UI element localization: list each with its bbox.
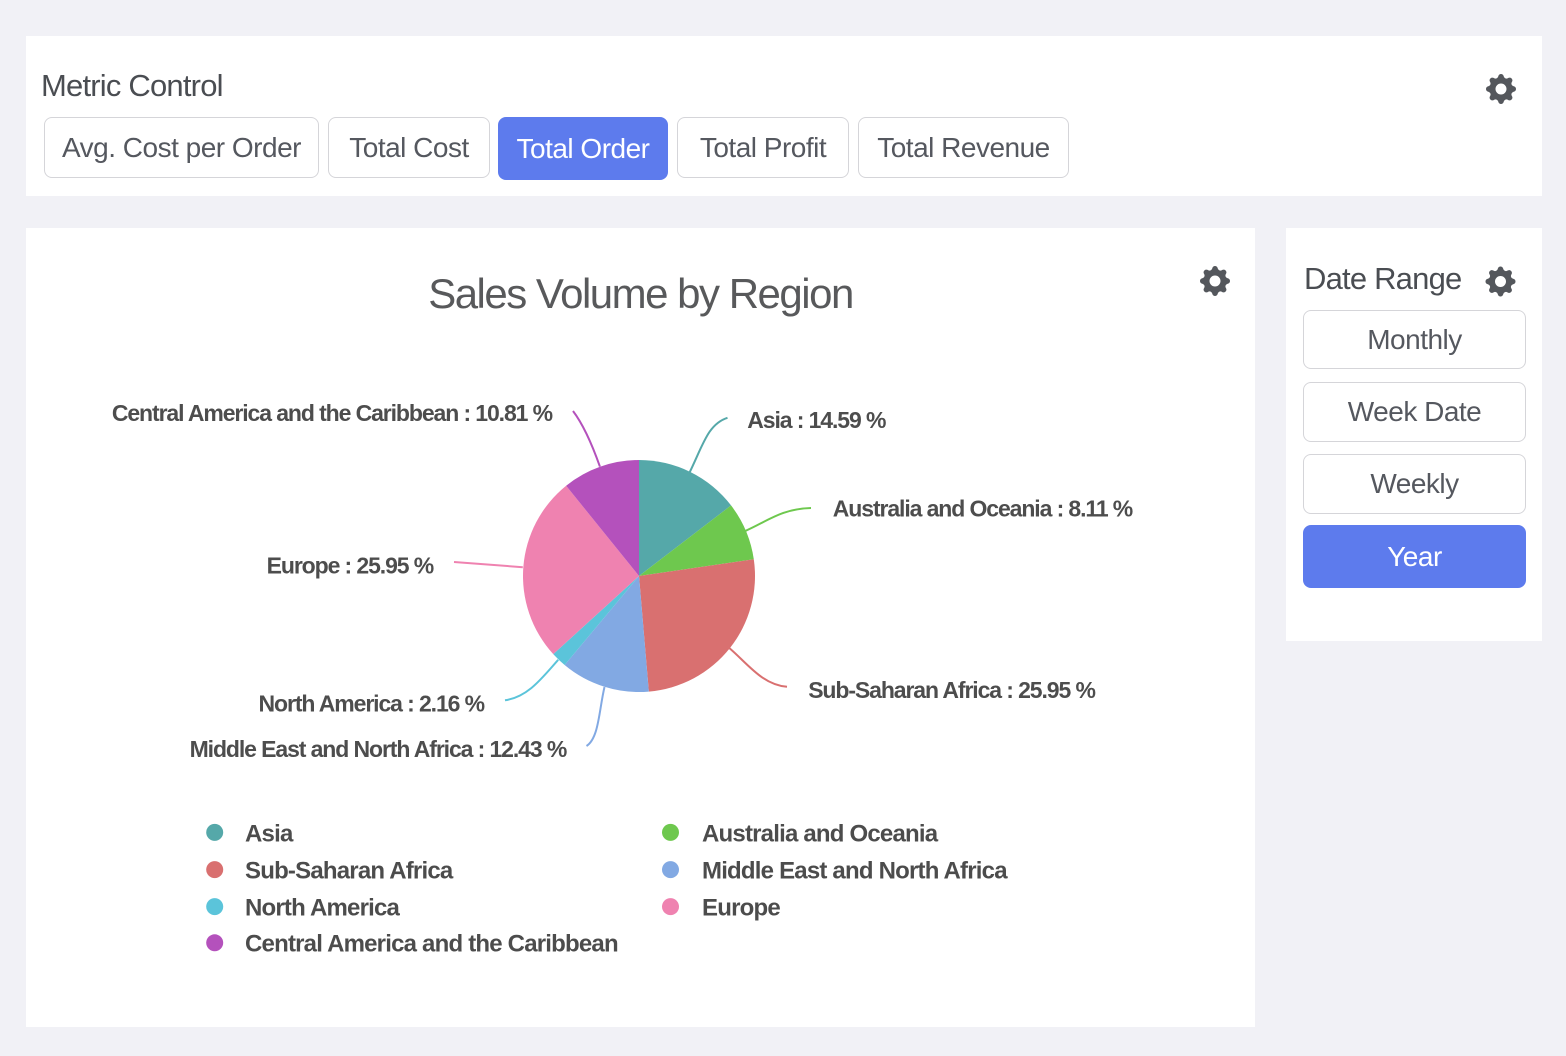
svg-text:Middle East and North Africa: Middle East and North Africa	[702, 858, 1008, 885]
svg-text:North America: North America	[245, 895, 401, 922]
svg-text:Australia and Oceania : 8.11 %: Australia and Oceania : 8.11 %	[833, 496, 1133, 522]
svg-text:Middle East and North Africa :: Middle East and North Africa : 12.43 %	[190, 736, 567, 762]
svg-text:North America : 2.16 %: North America : 2.16 %	[259, 691, 485, 717]
svg-text:Australia and Oceania: Australia and Oceania	[702, 821, 939, 848]
svg-text:Europe: Europe	[702, 895, 780, 922]
svg-text:Sub-Saharan Africa : 25.95 %: Sub-Saharan Africa : 25.95 %	[808, 677, 1095, 703]
svg-text:Europe : 25.95 %: Europe : 25.95 %	[267, 553, 434, 579]
svg-text:Asia : 14.59 %: Asia : 14.59 %	[747, 407, 886, 433]
svg-text:Asia: Asia	[245, 821, 294, 848]
svg-text:Sub-Saharan Africa: Sub-Saharan Africa	[245, 858, 454, 885]
svg-text:Central America and the Caribb: Central America and the Caribbean	[245, 931, 618, 958]
svg-text:Central America and the Caribb: Central America and the Caribbean : 10.8…	[112, 400, 553, 426]
